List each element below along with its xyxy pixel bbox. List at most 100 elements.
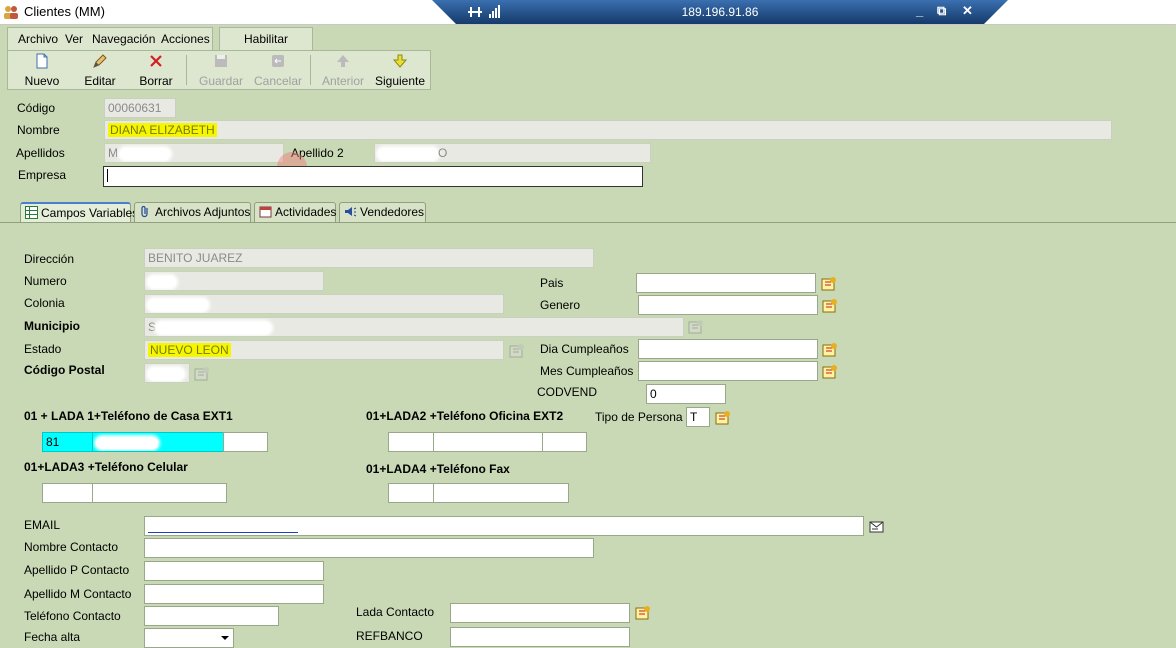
siguiente-button[interactable]: Siguiente [374, 53, 426, 88]
nombre-contacto-field[interactable] [144, 538, 594, 558]
tab-vendedores[interactable]: Vendedores [339, 202, 426, 222]
calendar-icon [259, 206, 272, 218]
lookup-icon[interactable] [194, 366, 210, 382]
redaction-mark [148, 520, 298, 534]
estado-field[interactable]: NUEVO LEON [144, 340, 504, 360]
lookup-icon[interactable] [688, 319, 704, 335]
direccion-field[interactable]: BENITO JUAREZ [144, 248, 594, 268]
refbanco-field[interactable] [450, 627, 630, 647]
apellido-m-contacto-field[interactable] [144, 584, 324, 604]
redaction-mark [96, 436, 158, 449]
arrow-down-icon [392, 54, 408, 68]
lookup-icon[interactable] [509, 343, 525, 359]
apellido-p-contacto-field[interactable] [144, 561, 324, 581]
apellido1-value: M [108, 146, 118, 160]
lookup-icon[interactable] [715, 410, 731, 426]
lookup-icon[interactable] [821, 276, 837, 292]
codigo-postal-field[interactable] [144, 363, 190, 383]
toolbar: Nuevo Editar Borrar Guardar Cancelar Ant… [7, 50, 431, 90]
menu-ver[interactable]: Ver [65, 32, 83, 46]
tab-label: Actividades [275, 205, 337, 219]
restore-button[interactable]: ⧉ [937, 3, 946, 19]
users-app-icon [4, 6, 18, 19]
telefono-contacto-field[interactable] [144, 606, 279, 626]
nuevo-button[interactable]: Nuevo [20, 53, 64, 88]
tipo-persona-field[interactable]: T [686, 407, 710, 427]
telefono-casa-field[interactable] [92, 432, 224, 452]
lookup-icon[interactable] [822, 364, 838, 380]
edit-pencil-icon [93, 54, 107, 68]
lada1-field[interactable]: 81 [42, 432, 93, 452]
genero-label: Genero [540, 298, 581, 312]
close-button[interactable]: ✕ [962, 3, 973, 19]
apellidos-label: Apellidos [16, 146, 65, 160]
tipo-persona-label: Tipo de Persona [595, 410, 683, 424]
toolbar-separator [186, 55, 187, 85]
empresa-field[interactable] [103, 166, 643, 187]
minimize-button[interactable]: _ [916, 3, 923, 18]
lookup-icon[interactable] [635, 605, 651, 621]
numero-field[interactable] [144, 271, 324, 291]
dia-cumpleanos-field[interactable] [638, 339, 818, 359]
email-field[interactable] [144, 516, 864, 536]
tab-actividades[interactable]: Actividades [254, 202, 336, 222]
redaction-mark [148, 275, 176, 288]
text-cursor [107, 169, 108, 182]
redaction-mark [156, 321, 272, 334]
codigo-field[interactable]: 00060631 [104, 98, 176, 118]
lada-contacto-field[interactable] [450, 603, 630, 623]
chevron-down-icon [221, 636, 229, 640]
borrar-button[interactable]: Borrar [134, 53, 178, 88]
numero-label: Numero [24, 274, 67, 288]
pais-label: Pais [540, 276, 564, 290]
nombre-field[interactable]: DIANA ELIZABETH [104, 120, 1112, 140]
lada3-field[interactable] [42, 483, 93, 503]
fecha-alta-dropdown[interactable] [144, 628, 234, 648]
menu-archivo[interactable]: Archivo [18, 32, 58, 46]
lookup-icon[interactable] [822, 298, 838, 314]
anterior-button[interactable]: Anterior [318, 53, 368, 88]
mes-cumpleanos-field[interactable] [638, 361, 818, 381]
ext1-field[interactable] [223, 432, 268, 452]
refbanco-label: REFBANCO [356, 629, 423, 643]
cancelar-button[interactable]: Cancelar [252, 53, 304, 88]
habilitar-cambios-button[interactable]: Habilitar Cambios [219, 27, 313, 68]
telefono-casa-label: 01 + LADA 1+Teléfono de Casa EXT1 [24, 409, 233, 423]
municipio-label: Municipio [24, 319, 80, 333]
editar-label: Editar [84, 74, 116, 88]
nombre-value: DIANA ELIZABETH [108, 123, 217, 137]
telefono-celular-field[interactable] [92, 483, 227, 503]
telefono-celular-label: 01+LADA3 +Teléfono Celular [24, 460, 188, 474]
pais-field[interactable] [636, 273, 816, 293]
fecha-alta-label: Fecha alta [24, 630, 81, 644]
dia-cumpleanos-label: Dia Cumpleaños [540, 342, 629, 356]
paperclip-icon [141, 205, 148, 218]
menu-acciones[interactable]: Acciones [161, 32, 210, 46]
ext2-field[interactable] [542, 432, 587, 452]
telefono-oficina-field[interactable] [433, 432, 543, 452]
telefono-fax-field[interactable] [433, 483, 569, 503]
nuevo-label: Nuevo [24, 74, 60, 88]
colonia-field[interactable] [144, 294, 504, 314]
email-send-icon[interactable] [869, 519, 885, 535]
telefono-fax-label: 01+LADA4 +Teléfono Fax [366, 462, 510, 476]
editar-button[interactable]: Editar [78, 53, 122, 88]
email-label: EMAIL [24, 518, 61, 532]
guardar-button[interactable]: Guardar [196, 53, 246, 88]
menu-navegacion[interactable]: Navegación [92, 32, 155, 46]
genero-field[interactable] [638, 295, 818, 315]
redaction-mark [148, 367, 184, 380]
estado-label: Estado [24, 342, 62, 356]
apellido2-field[interactable]: O [374, 143, 651, 163]
lada4-field[interactable] [388, 483, 434, 503]
apellido1-field[interactable]: M [104, 143, 284, 163]
codvend-field[interactable]: 0 [646, 384, 726, 404]
arrow-up-icon [337, 55, 349, 67]
remote-connection-bar[interactable]: 189.196.91.86 _ ⧉ ✕ [432, 0, 1008, 24]
municipio-field[interactable]: S [144, 317, 684, 337]
tab-campos-variables[interactable]: Campos Variables [20, 202, 138, 222]
lookup-icon[interactable] [822, 342, 838, 358]
lada2-field[interactable] [388, 432, 434, 452]
tab-archivos-adjuntos[interactable]: Archivos Adjuntos [134, 202, 251, 222]
apellido-m-contacto-label: Apellido M Contacto [24, 587, 132, 601]
